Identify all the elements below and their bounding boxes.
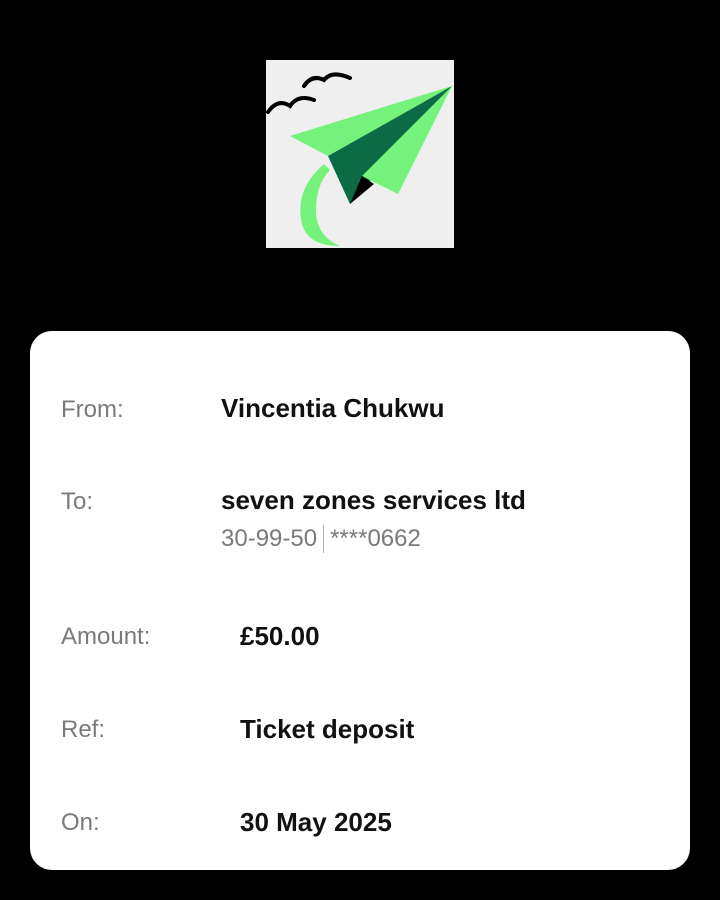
account-number: ****0662	[330, 525, 421, 552]
divider	[323, 525, 325, 553]
date-label: On:	[61, 809, 100, 836]
from-label: From:	[61, 396, 124, 423]
to-account-details: 30-99-50 ****0662	[221, 524, 421, 554]
to-value: seven zones services ltd	[221, 485, 526, 515]
date-value: 30 May 2025	[240, 807, 392, 837]
amount-label: Amount:	[61, 623, 151, 650]
ref-value: Ticket deposit	[240, 714, 415, 744]
from-value: Vincentia Chukwu	[221, 393, 445, 423]
paper-plane-logo-icon	[266, 60, 454, 248]
to-label: To:	[61, 488, 94, 515]
transfer-receipt-card: From: Vincentia Chukwu To: seven zones s…	[30, 331, 690, 870]
sort-code: 30-99-50	[221, 525, 318, 552]
amount-value: £50.00	[240, 621, 320, 651]
ref-label: Ref:	[61, 716, 106, 743]
